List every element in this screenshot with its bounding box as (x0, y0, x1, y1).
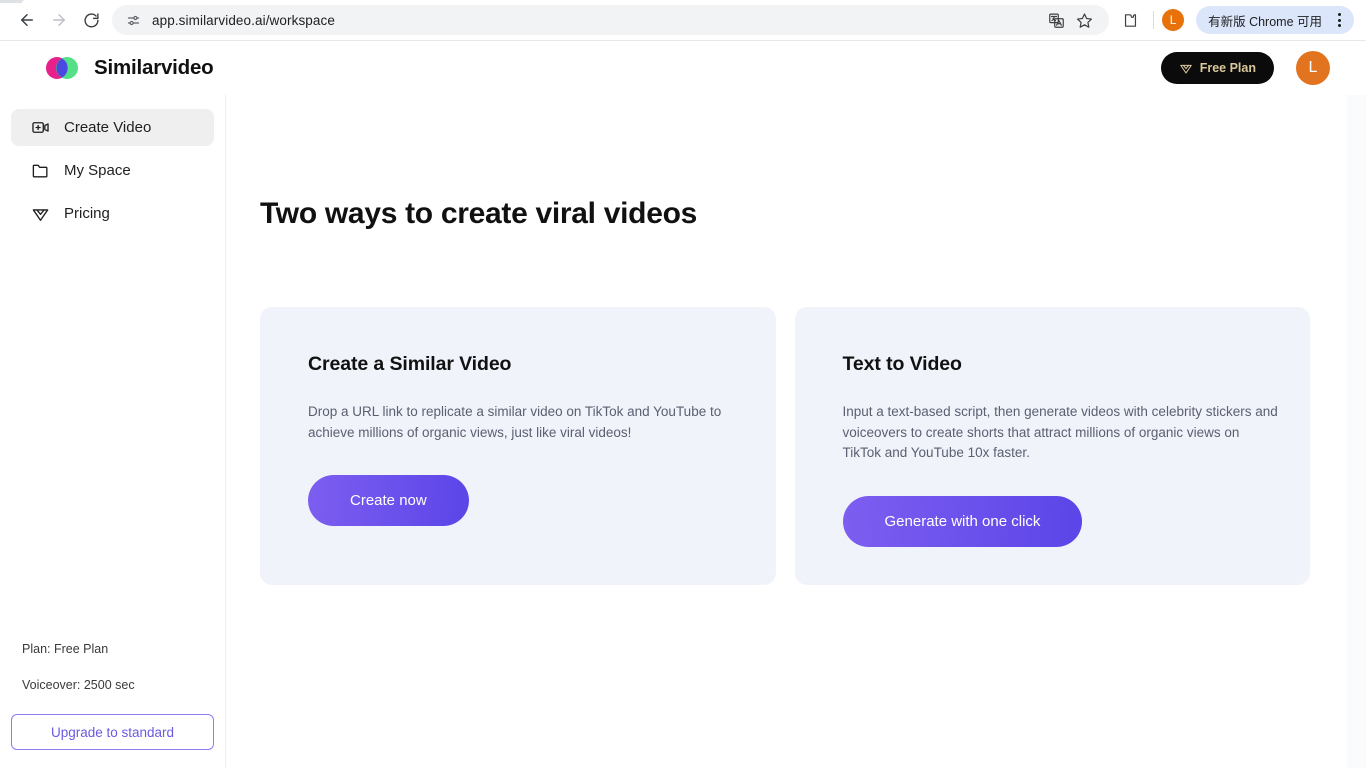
omnibox-actions (1035, 7, 1097, 33)
app-header: Similarvideo Free Plan L (0, 41, 1366, 95)
card-create-similar-video: Create a Similar Video Drop a URL link t… (260, 307, 776, 585)
site-settings-icon[interactable] (122, 9, 144, 31)
toolbar-divider (1153, 11, 1155, 29)
gem-icon (31, 204, 50, 223)
bookmark-star-icon[interactable] (1071, 7, 1097, 33)
reload-icon[interactable] (76, 5, 106, 35)
card-title: Text to Video (842, 353, 962, 375)
sidebar-item-label: My Space (64, 162, 131, 179)
card-text-to-video: Text to Video Input a text-based script,… (794, 307, 1310, 585)
video-plus-icon (31, 118, 50, 137)
card-description: Drop a URL link to replicate a similar v… (308, 404, 722, 440)
free-plan-label: Free Plan (1199, 61, 1256, 75)
sidebar-item-create-video[interactable]: Create Video (11, 109, 214, 146)
card-description: Input a text-based script, then generate… (842, 404, 1278, 460)
brand[interactable]: Similarvideo (44, 56, 214, 80)
folder-icon (31, 161, 50, 180)
sidebar-nav: Create Video My Space Pricing (0, 109, 225, 232)
sidebar-footer: Plan: Free Plan Voiceover: 2500 sec Upgr… (0, 642, 225, 768)
sidebar-item-label: Pricing (64, 205, 110, 222)
main-content: Two ways to create viral videos Create a… (226, 95, 1366, 768)
free-plan-button[interactable]: Free Plan (1160, 52, 1274, 84)
chrome-update-button[interactable]: 有新版 Chrome 可用 (1196, 6, 1354, 34)
sidebar-item-label: Create Video (64, 119, 152, 136)
generate-with-one-click-button[interactable]: Generate with one click (842, 495, 1083, 547)
create-now-button[interactable]: Create now (308, 475, 469, 526)
sidebar: Create Video My Space Pricing Plan: Free… (0, 95, 226, 768)
chrome-menu-icon[interactable] (1328, 9, 1350, 31)
tabstrip-edge (0, 0, 1366, 3)
brand-name: Similarvideo (94, 56, 214, 79)
user-avatar[interactable]: L (1296, 51, 1330, 85)
navigation-buttons (12, 5, 106, 35)
voiceover-quota-text: Voiceover: 2500 sec (22, 678, 135, 692)
option-cards: Create a Similar Video Drop a URL link t… (260, 307, 1366, 585)
extensions-icon[interactable] (1115, 5, 1145, 35)
page-scrollbar[interactable] (1347, 95, 1366, 768)
header-actions: Free Plan L (1160, 51, 1330, 85)
back-icon[interactable] (12, 5, 42, 35)
forward-icon[interactable] (44, 5, 74, 35)
address-bar[interactable]: app.similarvideo.ai/workspace (112, 5, 1110, 35)
sidebar-item-my-space[interactable]: My Space (11, 152, 214, 189)
browser-toolbar: app.similarvideo.ai/workspace L 有新版 Chro… (0, 0, 1366, 41)
gem-icon (1179, 64, 1192, 74)
upgrade-to-standard-button[interactable]: Upgrade to standard (11, 714, 214, 750)
similarvideo-logo-icon (44, 56, 80, 80)
profile-avatar[interactable]: L (1162, 9, 1185, 31)
url-text: app.similarvideo.ai/workspace (152, 12, 335, 28)
browser-right-controls: L 有新版 Chrome 可用 (1115, 5, 1354, 35)
card-title: Create a Similar Video (308, 353, 512, 375)
chrome-update-label: 有新版 Chrome 可用 (1208, 14, 1322, 29)
page-title: Two ways to create viral videos (260, 197, 697, 230)
translate-icon[interactable] (1043, 7, 1069, 33)
plan-status-text: Plan: Free Plan (22, 642, 109, 656)
main-inner: Two ways to create viral videos Create a… (226, 95, 1366, 585)
app-body: Create Video My Space Pricing Plan: Free… (0, 95, 1366, 768)
sidebar-item-pricing[interactable]: Pricing (11, 195, 214, 232)
app-window: Similarvideo Free Plan L Create Video My… (0, 41, 1366, 768)
